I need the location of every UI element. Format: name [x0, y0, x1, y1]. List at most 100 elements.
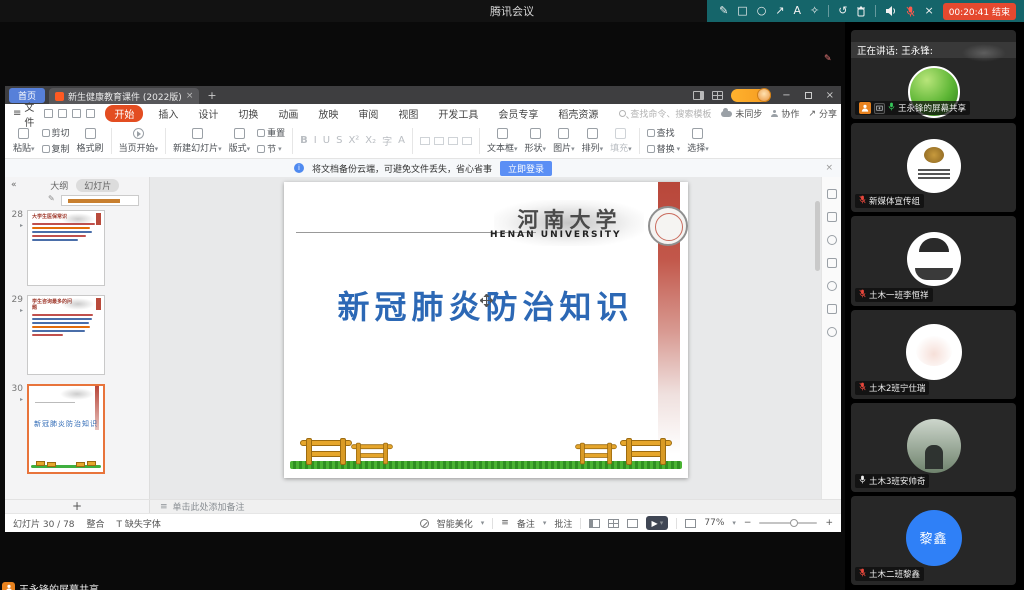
- login-now-button[interactable]: 立即登录: [500, 161, 552, 176]
- mic-muted-icon[interactable]: [906, 6, 915, 17]
- animation-pane-icon[interactable]: [827, 235, 837, 245]
- theme-name[interactable]: 整合: [87, 517, 105, 530]
- close-notice-icon[interactable]: ×: [825, 163, 833, 173]
- textbox-button[interactable]: 文本框▾: [487, 128, 518, 154]
- bullet-list-icon[interactable]: [420, 137, 430, 145]
- styles-pane-icon[interactable]: [827, 212, 837, 222]
- close-annotation-icon[interactable]: ×: [924, 0, 933, 22]
- zoom-slider[interactable]: [759, 522, 817, 524]
- meeting-timer-end-button[interactable]: 00:20:41 结束: [943, 3, 1016, 20]
- notes-toggle-icon[interactable]: ≡: [501, 518, 509, 528]
- find-button[interactable]: 查找: [647, 126, 681, 139]
- menu-tab-insert[interactable]: 插入: [153, 105, 183, 122]
- smart-beautify-button[interactable]: 智能美化: [437, 517, 473, 530]
- apps-grid-icon[interactable]: [712, 91, 723, 100]
- slide-sorter-view-icon[interactable]: [608, 519, 619, 528]
- participant-tile[interactable]: 土木3班安帅奇: [851, 403, 1016, 492]
- slide-canvas[interactable]: 河南大学 HENAN UNIVERSITY 新冠肺炎防治知识: [150, 177, 821, 499]
- chevron-down-icon[interactable]: ▾: [481, 519, 485, 527]
- menu-tab-design[interactable]: 设计: [193, 105, 223, 122]
- menu-tab-animation[interactable]: 动画: [273, 105, 303, 122]
- new-slide-button[interactable]: 新建幻灯片▾: [173, 128, 222, 154]
- save-icon[interactable]: [44, 109, 53, 118]
- cut-button[interactable]: 剪切: [42, 126, 70, 139]
- slide-30-thumbnail-selected[interactable]: 新冠肺炎防治知识: [27, 384, 105, 474]
- pen-tool-icon[interactable]: ✎: [719, 0, 728, 22]
- normal-view-icon[interactable]: [589, 519, 600, 528]
- replace-button[interactable]: 替换▾: [647, 142, 681, 155]
- menu-tab-home[interactable]: 开始: [105, 105, 143, 122]
- slide-28-thumbnail[interactable]: 大学生医保常识: [27, 210, 105, 286]
- layers-pane-icon[interactable]: [827, 258, 837, 268]
- menu-tab-review[interactable]: 审阅: [353, 105, 383, 122]
- participant-tile[interactable]: 土木一班李恒祥: [851, 216, 1016, 305]
- shape-button[interactable]: 形状▾: [525, 128, 547, 154]
- comment-button[interactable]: 批注: [554, 517, 572, 530]
- line-spacing-icon[interactable]: [462, 137, 472, 145]
- strike-button[interactable]: S: [336, 135, 342, 146]
- italic-button[interactable]: I: [314, 135, 317, 146]
- split-view-icon[interactable]: [693, 91, 704, 100]
- speaker-icon[interactable]: [885, 5, 897, 17]
- picture-button[interactable]: 图片▾: [553, 128, 575, 154]
- rect-tool-icon[interactable]: □: [737, 0, 747, 22]
- slide-27-partial-thumbnail[interactable]: ✎: [61, 195, 139, 206]
- zoom-level[interactable]: 77%: [704, 518, 724, 528]
- copy-button[interactable]: 复制: [42, 142, 70, 155]
- restore-window-icon[interactable]: [802, 92, 815, 99]
- trash-icon[interactable]: [856, 6, 866, 17]
- history-pane-icon[interactable]: [827, 281, 837, 291]
- arrange-button[interactable]: 排列▾: [582, 128, 604, 154]
- section-button[interactable]: 节▾: [257, 142, 285, 155]
- menu-tab-member[interactable]: 会员专享: [493, 105, 543, 122]
- format-painter-button[interactable]: 格式刷: [77, 128, 104, 154]
- new-tab-button[interactable]: +: [203, 89, 220, 102]
- underline-button[interactable]: U: [323, 135, 330, 146]
- laser-tool-icon[interactable]: ✧: [810, 0, 819, 22]
- slides-tab[interactable]: 幻灯片: [76, 179, 119, 192]
- select-button[interactable]: 选择▾: [687, 128, 709, 154]
- participant-tile[interactable]: 土木2班宁仕瑞: [851, 310, 1016, 399]
- outline-tab[interactable]: 大纲: [50, 179, 68, 192]
- current-slide[interactable]: 河南大学 HENAN UNIVERSITY 新冠肺炎防治知识: [284, 182, 688, 478]
- zoom-in-button[interactable]: +: [825, 518, 833, 528]
- ellipse-tool-icon[interactable]: ○: [757, 0, 767, 22]
- paste-button[interactable]: 粘贴▾: [13, 128, 35, 154]
- notes-input[interactable]: ≡ 单击此处添加备注: [150, 500, 841, 513]
- zoom-slider-knob[interactable]: [790, 519, 798, 527]
- subscript-button[interactable]: X₂: [365, 135, 376, 146]
- participant-tile[interactable]: 黎鑫 土木二班黎鑫: [851, 496, 1016, 585]
- menu-tab-transition[interactable]: 切换: [233, 105, 263, 122]
- font-color-button[interactable]: A: [398, 135, 405, 146]
- close-window-icon[interactable]: ×: [823, 90, 837, 101]
- align-icon[interactable]: [448, 137, 458, 145]
- menu-tab-slideshow[interactable]: 放映: [313, 105, 343, 122]
- zoom-out-button[interactable]: −: [744, 518, 752, 528]
- undo-icon[interactable]: ↺: [838, 0, 847, 22]
- menu-tab-docer[interactable]: 稻壳资源: [553, 105, 603, 122]
- text-tool-icon[interactable]: A: [794, 0, 802, 22]
- canvas-scrollbar[interactable]: [815, 201, 820, 271]
- chevron-down-icon[interactable]: ▾: [543, 519, 547, 527]
- tips-pane-icon[interactable]: [827, 327, 837, 337]
- redo-edit-icon[interactable]: [86, 109, 95, 118]
- layout-button[interactable]: 版式▾: [229, 128, 251, 154]
- member-badge[interactable]: [731, 89, 771, 102]
- chevron-down-icon[interactable]: ▾: [732, 519, 736, 527]
- share-button[interactable]: ↗分享: [808, 107, 837, 120]
- missing-font-indicator[interactable]: T 缺失字体: [117, 517, 161, 530]
- notes-toggle-button[interactable]: 备注: [517, 517, 535, 530]
- reading-view-icon[interactable]: [627, 519, 638, 528]
- slideshow-play-button[interactable]: ▶▾: [646, 516, 668, 530]
- participant-tile[interactable]: 新媒体宣传组: [851, 123, 1016, 212]
- collaborate-button[interactable]: 协作: [771, 107, 799, 120]
- minimize-window-icon[interactable]: −: [779, 90, 793, 101]
- collapse-panel-icon[interactable]: «: [11, 180, 17, 190]
- command-search-box[interactable]: 查找命令、搜索模板: [619, 107, 711, 120]
- slide-29-thumbnail[interactable]: 学生咨询最多的问题: [27, 295, 105, 375]
- superscript-button[interactable]: X²: [348, 135, 359, 146]
- numbered-list-icon[interactable]: [434, 137, 444, 145]
- print-icon[interactable]: [58, 109, 67, 118]
- sync-status[interactable]: 未同步: [721, 107, 762, 120]
- reset-button[interactable]: 重置: [257, 126, 285, 139]
